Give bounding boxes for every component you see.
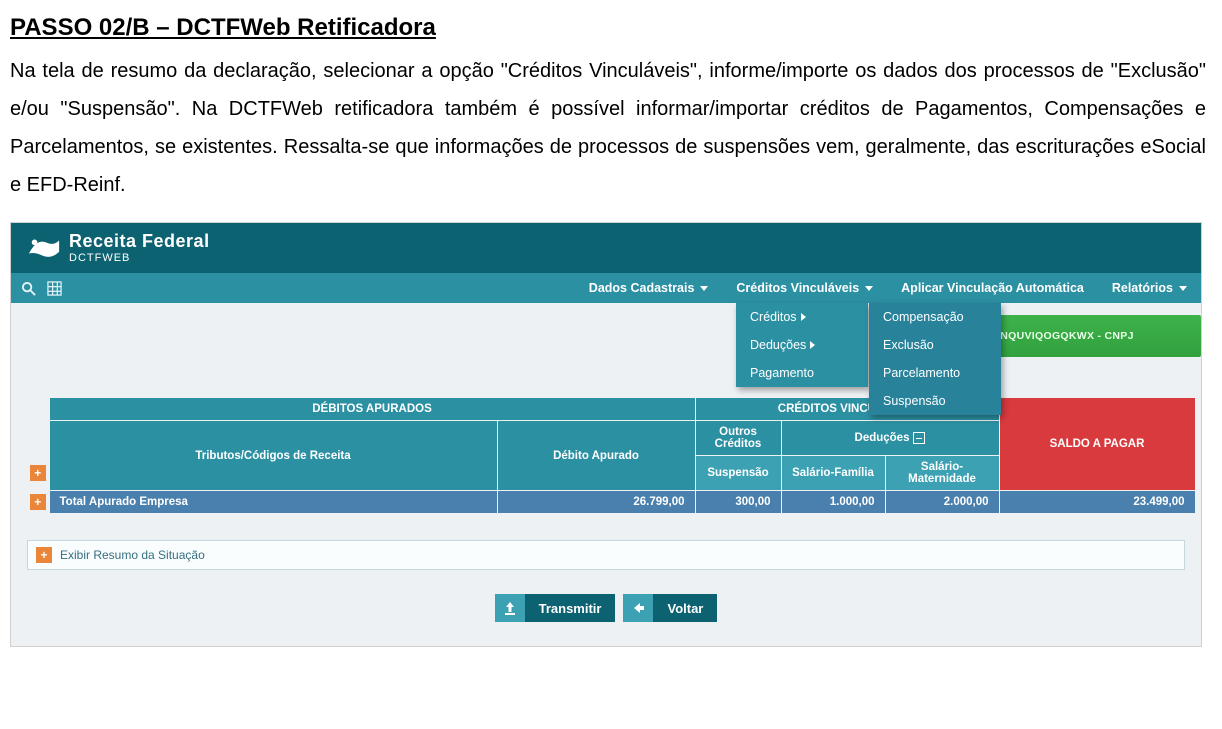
hdr-deducoes-label: Deduções: [855, 432, 910, 444]
app-screenshot: Receita Federal DCTFWEB Dados Cadastrais: [10, 222, 1202, 647]
step-body: Na tela de resumo da declaração, selecio…: [10, 52, 1206, 204]
dropdown-item-label: Suspensão: [883, 394, 946, 408]
menu-label: Relatórios: [1112, 281, 1173, 295]
brand-main: Receita Federal: [69, 232, 210, 250]
dropdown-item-suspensao[interactable]: Suspensão: [869, 387, 1001, 415]
dropdown-item-label: Exclusão: [883, 338, 934, 352]
hdr-tributos: Tributos/Códigos de Receita: [49, 421, 497, 491]
brand-bar: Receita Federal DCTFWEB: [11, 223, 1201, 273]
summary-table-final: DÉBITOS APURADOS CRÉDITOS VINCULADOS SAL…: [27, 397, 1185, 514]
brand-sub: DCTFWEB: [69, 253, 210, 264]
chevron-right-icon: [801, 313, 806, 321]
transmitir-button[interactable]: Transmitir: [525, 594, 616, 622]
menu-dados-cadastrais[interactable]: Dados Cadastrais: [575, 273, 723, 303]
dropdown-item-compensacao[interactable]: Compensação: [869, 303, 1001, 331]
hdr-salario-maternidade: Salário-Maternidade: [885, 456, 999, 491]
voltar-button[interactable]: Voltar: [653, 594, 717, 622]
exibir-resumo-situacao[interactable]: + Exibir Resumo da Situação: [27, 540, 1185, 570]
resumo-label: Exibir Resumo da Situação: [60, 548, 205, 562]
dropdown-item-pagamento[interactable]: Pagamento: [736, 359, 868, 387]
dropdown-item-label: Parcelamento: [883, 366, 960, 380]
cell-label: Total Apurado Empresa: [49, 491, 497, 514]
table-row-total: + Total Apurado Empresa 26.799,00 300,00…: [27, 491, 1195, 514]
cell-salario-familia: 1.000,00: [781, 491, 885, 514]
expand-row-button[interactable]: +: [30, 494, 46, 510]
dropdown-item-label: Compensação: [883, 310, 964, 324]
cell-debito-apurado: 26.799,00: [497, 491, 695, 514]
search-icon[interactable]: [19, 279, 37, 297]
collapse-icon: [913, 432, 925, 444]
hdr-deducoes[interactable]: Deduções: [781, 421, 999, 456]
menu-relatorios[interactable]: Relatórios: [1098, 273, 1201, 303]
dropdown-item-label: Pagamento: [750, 366, 814, 380]
dropdown-item-exclusao[interactable]: Exclusão: [869, 331, 1001, 359]
dropdown-creditos-vinculaveis: Créditos Deduções Pagamento: [736, 303, 868, 387]
dropdown-item-parcelamento[interactable]: Parcelamento: [869, 359, 1001, 387]
menu-aplicar-vinculacao[interactable]: Aplicar Vinculação Automática: [887, 273, 1098, 303]
dropdown-item-creditos[interactable]: Créditos: [736, 303, 868, 331]
expand-all-button[interactable]: +: [30, 465, 46, 481]
chevron-down-icon: [1179, 286, 1187, 291]
expand-icon: +: [36, 547, 52, 563]
transmitir-group: Transmitir: [495, 594, 616, 622]
hdr-saldo: SALDO A PAGAR: [999, 398, 1195, 491]
hdr-salario-familia: Salário-Família: [781, 456, 885, 491]
dropdown-item-label: Deduções: [750, 338, 806, 352]
cell-saldo: 23.499,00: [999, 491, 1195, 514]
hdr-outros-creditos: Outros Créditos: [695, 421, 781, 456]
chevron-down-icon: [865, 286, 873, 291]
step-title: PASSO 02/B – DCTFWeb Retificadora: [10, 14, 1212, 42]
receita-federal-logo-icon: [25, 231, 63, 265]
chevron-down-icon: [700, 286, 708, 291]
menu-label: Dados Cadastrais: [589, 281, 695, 295]
menu-label: Aplicar Vinculação Automática: [901, 281, 1084, 295]
dropdown-item-label: Créditos: [750, 310, 797, 324]
bottom-actions: Transmitir Voltar: [11, 594, 1201, 622]
menu-bar: Dados Cadastrais Créditos Vinculáveis Ap…: [11, 273, 1201, 303]
cell-suspensao: 300,00: [695, 491, 781, 514]
menu-creditos-vinculaveis[interactable]: Créditos Vinculáveis: [722, 273, 887, 303]
back-arrow-icon: [623, 594, 653, 622]
voltar-group: Voltar: [623, 594, 717, 622]
cell-salario-maternidade: 2.000,00: [885, 491, 999, 514]
dropdown-creditos-sub: Compensação Exclusão Parcelamento Suspen…: [869, 303, 1001, 415]
hdr-suspensao: Suspensão: [695, 456, 781, 491]
hdr-debitos: DÉBITOS APURADOS: [49, 398, 695, 421]
dropdown-item-deducoes[interactable]: Deduções: [736, 331, 868, 359]
chevron-right-icon: [810, 341, 815, 349]
hdr-debito-apurado: Débito Apurado: [497, 421, 695, 491]
contribuinte-badge-label: NQUVIQOGQKWX - CNPJ: [1000, 330, 1133, 342]
contribuinte-badge: NQUVIQOGQKWX - CNPJ: [993, 315, 1201, 357]
grid-icon[interactable]: [45, 279, 63, 297]
menu-label: Créditos Vinculáveis: [736, 281, 859, 295]
upload-icon: [495, 594, 525, 622]
